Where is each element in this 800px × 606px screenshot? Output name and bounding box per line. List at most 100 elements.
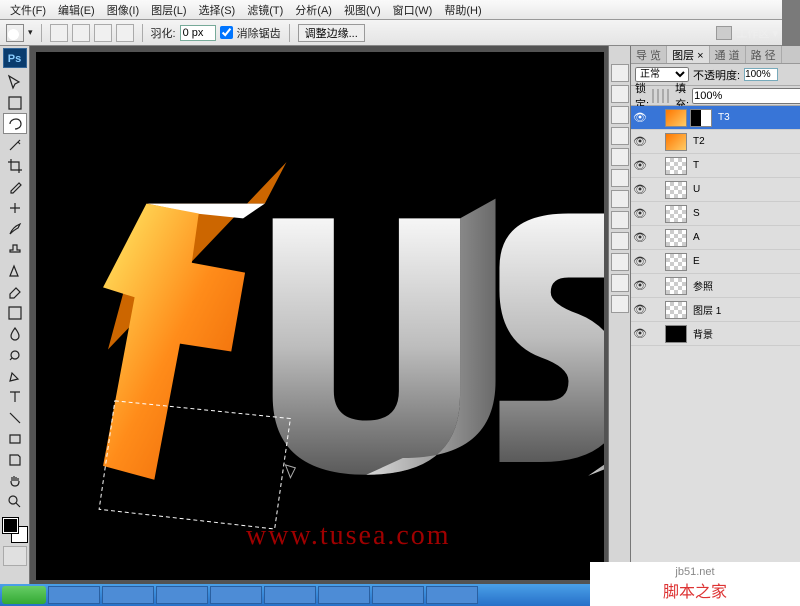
- color-panel-icon[interactable]: [611, 85, 629, 103]
- subtract-selection-button[interactable]: [94, 24, 112, 42]
- layer-thumb[interactable]: [665, 133, 687, 151]
- hand-tool[interactable]: [3, 470, 27, 491]
- history-panel-icon[interactable]: [611, 127, 629, 145]
- feather-input[interactable]: [180, 25, 216, 41]
- dodge-tool[interactable]: [3, 344, 27, 365]
- workspace-menu[interactable]: 工作区 ▾: [736, 25, 778, 41]
- zoom-tool[interactable]: [3, 491, 27, 512]
- opacity-input[interactable]: [744, 68, 778, 81]
- pen-tool[interactable]: [3, 365, 27, 386]
- menu-item[interactable]: 窗口(W): [387, 2, 439, 18]
- layer-row[interactable]: 👁背景: [631, 322, 800, 346]
- layer-thumb[interactable]: [665, 325, 687, 343]
- layer-row[interactable]: 👁U: [631, 178, 800, 202]
- start-button[interactable]: [2, 586, 46, 604]
- tool-preset-dropdown[interactable]: ▾: [28, 27, 33, 38]
- layer-thumb[interactable]: [665, 157, 687, 175]
- layer-thumb[interactable]: [665, 109, 687, 127]
- visibility-icon[interactable]: 👁: [631, 135, 649, 148]
- nav-panel-icon[interactable]: [611, 64, 629, 82]
- char-panel-icon[interactable]: [611, 169, 629, 187]
- menu-item[interactable]: 图像(I): [101, 2, 145, 18]
- task-item[interactable]: [102, 586, 154, 604]
- wand-tool[interactable]: [3, 134, 27, 155]
- layer-row[interactable]: 👁A: [631, 226, 800, 250]
- visibility-icon[interactable]: 👁: [631, 279, 649, 292]
- layer-thumb[interactable]: [665, 205, 687, 223]
- document-canvas[interactable]: www.tusea.com: [36, 52, 604, 580]
- antialias-checkbox[interactable]: [220, 26, 233, 39]
- para-panel-icon[interactable]: [611, 190, 629, 208]
- visibility-icon[interactable]: 👁: [631, 207, 649, 220]
- menu-item[interactable]: 选择(S): [193, 2, 242, 18]
- task-item[interactable]: [156, 586, 208, 604]
- task-item[interactable]: [318, 586, 370, 604]
- layer-row[interactable]: 👁T: [631, 154, 800, 178]
- brushes-panel-icon[interactable]: [611, 211, 629, 229]
- swatches-panel-icon[interactable]: [611, 106, 629, 124]
- crop-tool[interactable]: [3, 155, 27, 176]
- move-tool[interactable]: [3, 71, 27, 92]
- path-tool[interactable]: [3, 407, 27, 428]
- task-item[interactable]: [48, 586, 100, 604]
- task-item[interactable]: [372, 586, 424, 604]
- type-tool[interactable]: [3, 386, 27, 407]
- rect-tool[interactable]: [3, 428, 27, 449]
- windows-taskbar[interactable]: [0, 584, 590, 606]
- palette-panel-icon[interactable]: [611, 274, 629, 292]
- gradient-tool[interactable]: [3, 302, 27, 323]
- menu-item[interactable]: 编辑(E): [52, 2, 101, 18]
- layer-thumb[interactable]: [665, 181, 687, 199]
- visibility-icon[interactable]: 👁: [631, 255, 649, 268]
- layer-row[interactable]: 👁参照: [631, 274, 800, 298]
- layers-panel-icon[interactable]: [611, 232, 629, 250]
- menu-item[interactable]: 滤镜(T): [241, 2, 289, 18]
- task-item[interactable]: [264, 586, 316, 604]
- layer-row[interactable]: 👁E: [631, 250, 800, 274]
- visibility-icon[interactable]: 👁: [631, 303, 649, 316]
- brush-tool[interactable]: [3, 218, 27, 239]
- lock-transparency-button[interactable]: [652, 89, 654, 103]
- notes-tool[interactable]: [3, 449, 27, 470]
- heal-tool[interactable]: [3, 197, 27, 218]
- fg-color[interactable]: [3, 518, 18, 533]
- visibility-icon[interactable]: 👁: [631, 159, 649, 172]
- intersect-selection-button[interactable]: [116, 24, 134, 42]
- blur-tool[interactable]: [3, 323, 27, 344]
- eyedrop-tool[interactable]: [3, 176, 27, 197]
- new-selection-button[interactable]: [50, 24, 68, 42]
- history-tool[interactable]: [3, 260, 27, 281]
- menu-item[interactable]: 帮助(H): [438, 2, 487, 18]
- layer-row[interactable]: 👁T2: [631, 130, 800, 154]
- panel-tab[interactable]: 导 览: [631, 46, 667, 63]
- lock-position-button[interactable]: [662, 89, 664, 103]
- layer-thumb[interactable]: [665, 277, 687, 295]
- marquee-tool[interactable]: [3, 92, 27, 113]
- mask-thumb[interactable]: [690, 109, 712, 127]
- add-selection-button[interactable]: [72, 24, 90, 42]
- menu-item[interactable]: 图层(L): [145, 2, 192, 18]
- quick-mask-button[interactable]: [3, 546, 27, 566]
- color-swatch[interactable]: [3, 518, 27, 542]
- lock-all-button[interactable]: [667, 89, 669, 103]
- visibility-icon[interactable]: 👁: [631, 231, 649, 244]
- task-item[interactable]: [210, 586, 262, 604]
- panel-tab[interactable]: 图层 ×: [667, 46, 709, 63]
- lasso-icon[interactable]: [6, 24, 24, 42]
- ps-logo-icon[interactable]: Ps: [3, 48, 27, 68]
- visibility-icon[interactable]: 👁: [631, 111, 649, 124]
- stamp-tool[interactable]: [3, 239, 27, 260]
- layer-thumb[interactable]: [665, 229, 687, 247]
- menu-item[interactable]: 文件(F): [4, 2, 52, 18]
- layer-thumb[interactable]: [665, 301, 687, 319]
- lock-pixels-button[interactable]: [657, 89, 659, 103]
- measure-panel-icon[interactable]: [611, 295, 629, 313]
- layer-row[interactable]: 👁S: [631, 202, 800, 226]
- panel-tab[interactable]: 路 径: [746, 46, 782, 63]
- menu-item[interactable]: 视图(V): [338, 2, 387, 18]
- layer-row[interactable]: 👁图层 1: [631, 298, 800, 322]
- eraser-tool[interactable]: [3, 281, 27, 302]
- lasso-tool[interactable]: [3, 113, 27, 134]
- layer-thumb[interactable]: [665, 253, 687, 271]
- styles-panel-icon[interactable]: [611, 253, 629, 271]
